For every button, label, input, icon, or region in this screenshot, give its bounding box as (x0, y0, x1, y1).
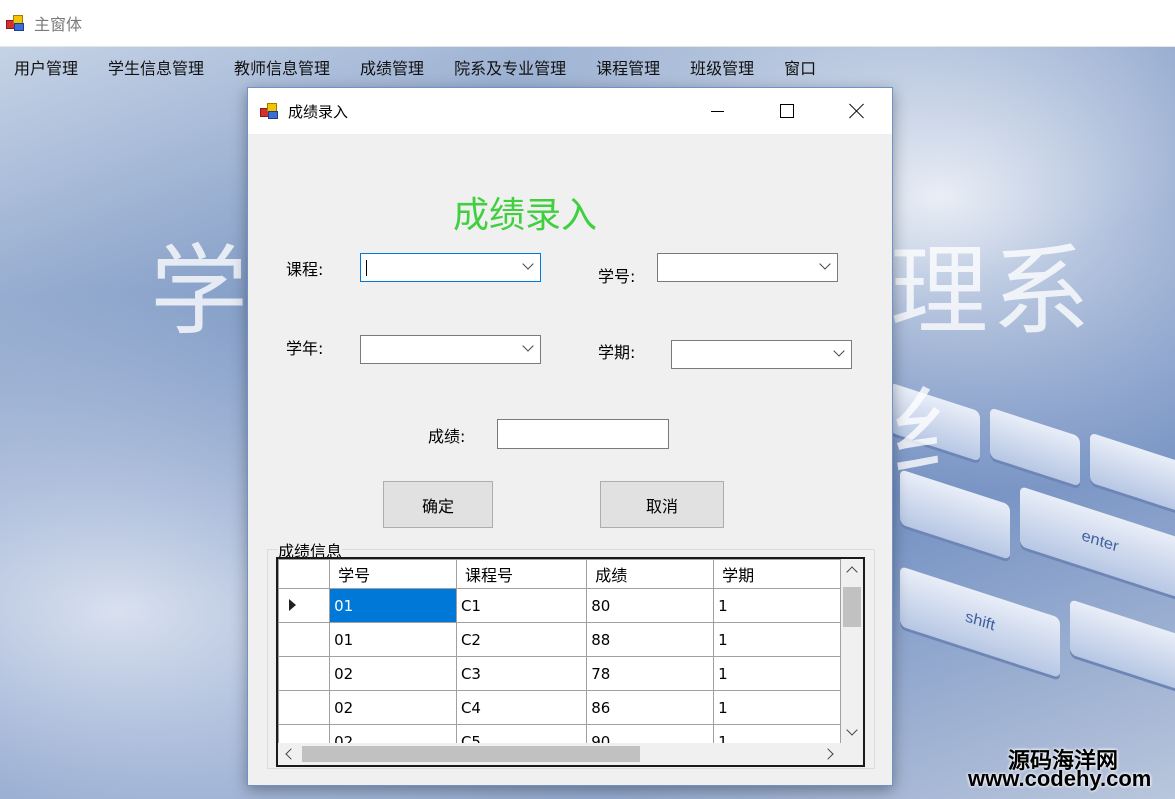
table-row[interactable]: 02 C5 90 1 (278, 724, 841, 743)
column-header[interactable]: 课程号 (455, 559, 588, 589)
confirm-button[interactable]: 确定 (383, 481, 493, 528)
column-header[interactable]: 学号 (329, 559, 457, 589)
course-label: 课程: (286, 260, 324, 279)
table-cell[interactable]: 1 (713, 588, 841, 623)
chevron-down-icon (819, 258, 831, 270)
school-year-combobox[interactable] (360, 335, 541, 364)
row-header[interactable] (278, 690, 331, 725)
column-header[interactable]: 成绩 (586, 559, 715, 589)
shift-key: shift (900, 566, 1060, 678)
form-heading: 成绩录入 (453, 195, 598, 236)
scroll-left-icon[interactable] (278, 743, 300, 765)
table-cell[interactable]: 1 (713, 622, 841, 657)
table-cell[interactable]: 1 (713, 724, 841, 743)
table-cell[interactable]: 80 (586, 588, 715, 623)
course-combobox[interactable] (360, 253, 541, 282)
table-row[interactable]: 01 C1 80 1 (278, 588, 841, 623)
chevron-down-icon (522, 258, 534, 270)
vertical-scroll-thumb[interactable] (843, 587, 861, 627)
scroll-up-icon[interactable] (841, 559, 863, 581)
dialog-titlebar[interactable]: 成绩录入 (248, 88, 892, 134)
scroll-down-icon[interactable] (841, 721, 863, 743)
table-cell[interactable]: 02 (329, 724, 457, 743)
table-cell[interactable]: 01 (329, 622, 457, 657)
table-cell[interactable]: 88 (586, 622, 715, 657)
school-year-label: 学年: (286, 339, 324, 358)
main-window-titlebar: 主窗体 (0, 0, 1175, 47)
row-header-corner[interactable] (278, 559, 331, 589)
cancel-button[interactable]: 取消 (600, 481, 724, 528)
close-icon (849, 103, 865, 119)
menu-teacher-info[interactable]: 教师信息管理 (234, 55, 330, 79)
menu-user-management[interactable]: 用户管理 (14, 55, 78, 79)
score-entry-dialog: 成绩录入 成绩录入 课程: 学号: 学年: 学期: 成绩: 确定 取消 成绩信息 (247, 87, 893, 786)
score-input[interactable] (497, 419, 669, 449)
table-cell[interactable]: C2 (455, 622, 588, 657)
row-header[interactable] (278, 724, 331, 743)
menu-window[interactable]: 窗口 (784, 55, 816, 79)
menu-course-management[interactable]: 课程管理 (596, 55, 660, 79)
vertical-scrollbar[interactable] (841, 559, 863, 743)
maximize-button[interactable] (752, 88, 822, 134)
table-cell[interactable]: 90 (586, 724, 715, 743)
background-title-right: 理系纟 (890, 235, 1095, 491)
dialog-icon (260, 102, 280, 120)
table-cell[interactable]: 1 (713, 656, 841, 691)
current-row-arrow-icon (289, 598, 296, 611)
semester-combobox[interactable] (671, 340, 852, 369)
main-window-title: 主窗体 (34, 15, 83, 34)
table-cell[interactable]: 78 (586, 656, 715, 691)
header-row: 学号 课程号 成绩 学期 (278, 559, 841, 589)
table-cell[interactable]: 02 (329, 656, 457, 691)
menu-score-management[interactable]: 成绩管理 (360, 55, 424, 79)
horizontal-scrollbar[interactable] (278, 743, 841, 765)
menu-department-major[interactable]: 院系及专业管理 (454, 55, 566, 79)
main-menubar: 用户管理 学生信息管理 教师信息管理 成绩管理 院系及专业管理 课程管理 班级管… (0, 47, 1175, 87)
site-watermark-url: www.codehy.com (968, 766, 1152, 791)
table-cell-selected[interactable]: 01 (329, 588, 457, 623)
semester-label: 学期: (598, 343, 636, 362)
enter-key: enter (1020, 486, 1175, 598)
window-controls (682, 88, 892, 134)
table-row[interactable]: 02 C3 78 1 (278, 656, 841, 691)
datagrid-viewport: 学号 课程号 成绩 学期 01 C1 80 1 01 C2 88 1 02 C3… (278, 559, 841, 743)
table-cell[interactable]: C3 (455, 656, 588, 691)
app-icon (6, 14, 26, 32)
table-row[interactable]: 01 C2 88 1 (278, 622, 841, 657)
maximize-icon (780, 104, 794, 118)
column-header[interactable]: 学期 (713, 559, 841, 589)
horizontal-scroll-thumb[interactable] (302, 746, 640, 762)
key (1070, 599, 1175, 690)
datagrid-table: 学号 课程号 成绩 学期 01 C1 80 1 01 C2 88 1 02 C3… (278, 559, 841, 743)
scrollbar-corner (841, 743, 863, 765)
menu-student-info[interactable]: 学生信息管理 (108, 55, 204, 79)
table-cell[interactable]: 02 (329, 690, 457, 725)
close-button[interactable] (822, 88, 892, 134)
minimize-button[interactable] (682, 88, 752, 134)
background-title-left: 学 (150, 235, 253, 349)
chevron-down-icon (833, 345, 845, 357)
scroll-right-icon[interactable] (819, 743, 841, 765)
minimize-icon (710, 110, 724, 112)
row-header[interactable] (278, 656, 331, 691)
table-cell[interactable]: C5 (455, 724, 588, 743)
score-datagrid: 学号 课程号 成绩 学期 01 C1 80 1 01 C2 88 1 02 C3… (276, 557, 865, 767)
enter-key-label: enter (1081, 527, 1119, 556)
menu-class-management[interactable]: 班级管理 (690, 55, 754, 79)
table-row[interactable]: 02 C4 86 1 (278, 690, 841, 725)
row-header[interactable] (278, 622, 331, 657)
score-label: 成绩: (428, 427, 466, 446)
table-cell[interactable]: C1 (455, 588, 588, 623)
table-cell[interactable]: 86 (586, 690, 715, 725)
student-id-combobox[interactable] (657, 253, 838, 282)
table-cell[interactable]: 1 (713, 690, 841, 725)
row-header-current[interactable] (278, 588, 331, 623)
shift-key-label: shift (965, 608, 995, 635)
dialog-title: 成绩录入 (288, 102, 349, 121)
table-cell[interactable]: C4 (455, 690, 588, 725)
text-caret (366, 260, 367, 276)
chevron-down-icon (522, 340, 534, 352)
student-id-label: 学号: (598, 267, 636, 286)
